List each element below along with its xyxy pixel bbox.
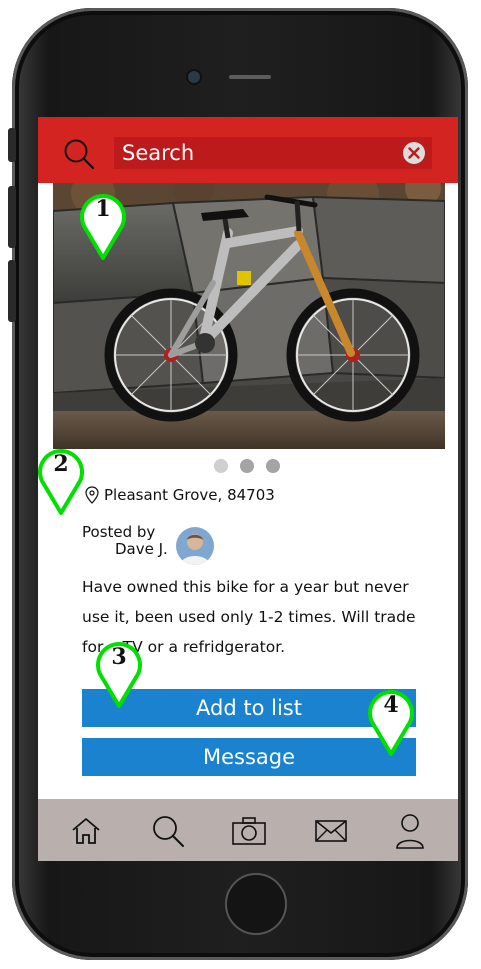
tab-profile[interactable] xyxy=(390,811,430,851)
tab-messages[interactable] xyxy=(311,811,351,851)
tab-search[interactable] xyxy=(148,811,188,851)
annotation-number: 3 xyxy=(111,644,127,670)
annotation-number: 2 xyxy=(53,451,69,477)
home-icon xyxy=(72,818,100,844)
location-text: Pleasant Grove, 84703 xyxy=(104,486,275,504)
annotation-marker-2: 2 xyxy=(36,447,86,517)
camera-icon xyxy=(232,817,266,845)
carousel-dot-active[interactable] xyxy=(240,459,254,473)
annotation-number: 4 xyxy=(383,692,399,718)
user-icon xyxy=(396,814,424,849)
front-camera xyxy=(188,71,200,83)
mute-switch xyxy=(8,128,16,162)
search-header xyxy=(38,117,458,183)
annotation-marker-4: 4 xyxy=(366,688,416,758)
search-input[interactable] xyxy=(114,137,432,169)
annotation-marker-3: 3 xyxy=(94,640,144,710)
clear-icon[interactable] xyxy=(402,141,426,165)
search-icon xyxy=(153,816,184,847)
poster-name[interactable]: Dave J. xyxy=(82,541,182,558)
volume-down-button xyxy=(8,260,16,322)
posted-by: Posted by Dave J. xyxy=(82,524,182,558)
mail-icon xyxy=(315,820,347,842)
annotation-number: 1 xyxy=(95,196,111,222)
tab-home[interactable] xyxy=(66,811,106,851)
avatar[interactable] xyxy=(176,527,214,565)
home-button[interactable] xyxy=(225,873,287,935)
volume-up-button xyxy=(8,186,16,248)
bottom-tab-bar xyxy=(38,799,458,861)
location-pin-icon xyxy=(85,486,99,504)
search-icon[interactable] xyxy=(62,137,96,171)
carousel-indicator xyxy=(214,459,284,473)
tab-camera[interactable] xyxy=(229,811,269,851)
listing-location: Pleasant Grove, 84703 xyxy=(84,484,275,506)
annotation-marker-1: 1 xyxy=(78,192,128,262)
earpiece-speaker xyxy=(229,75,271,79)
carousel-dot[interactable] xyxy=(266,459,280,473)
carousel-dot[interactable] xyxy=(214,459,228,473)
posted-by-label: Posted by xyxy=(82,523,156,541)
